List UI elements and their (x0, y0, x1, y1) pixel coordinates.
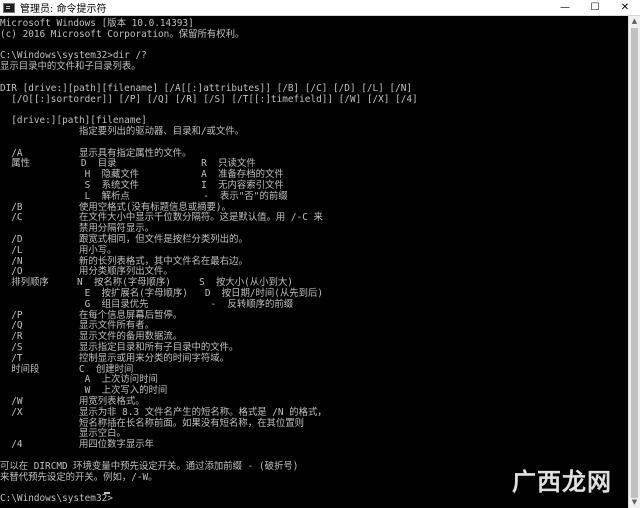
vertical-scrollbar[interactable]: ▲ ▼ (628, 16, 640, 508)
window-title: 管理员: 命令提示符 (20, 4, 107, 15)
console-line: 来替代预先设定的开关。例如，/-W。 (0, 471, 158, 483)
title-bar[interactable]: 管理员: 命令提示符 — ☐ ✕ (0, 0, 640, 16)
scrollbar-thumb[interactable] (631, 28, 638, 498)
minimize-button[interactable]: — (550, 0, 580, 16)
console-line: 指定要列出的驱动器、目录和/或文件。 (0, 126, 245, 137)
maximize-button[interactable]: ☐ (580, 0, 610, 16)
console-line: 显示目录中的文件和子目录列表。 (0, 61, 141, 73)
scroll-down-arrow-icon[interactable]: ▼ (629, 497, 640, 508)
cmd-icon (3, 2, 15, 13)
console-line: /4 用四位数字显示年 (0, 439, 155, 451)
close-button[interactable]: ✕ (610, 0, 640, 16)
watermark-logo: 广西龙网 (512, 468, 612, 496)
scroll-up-arrow-icon[interactable]: ▲ (629, 16, 640, 27)
text-cursor (104, 492, 110, 494)
window-controls: — ☐ ✕ (550, 0, 640, 16)
console-line: (c) 2016 Microsoft Corporation。保留所有权利。 (0, 28, 245, 40)
console-output[interactable]: Microsoft Windows [版本 10.0.14393] (c) 201… (0, 16, 628, 508)
console-line: [/O[[:]sortorder]] [/P] [/Q] [/R] [/S] [… (0, 93, 418, 105)
console-line: C:\Windows\system32> (0, 493, 113, 505)
